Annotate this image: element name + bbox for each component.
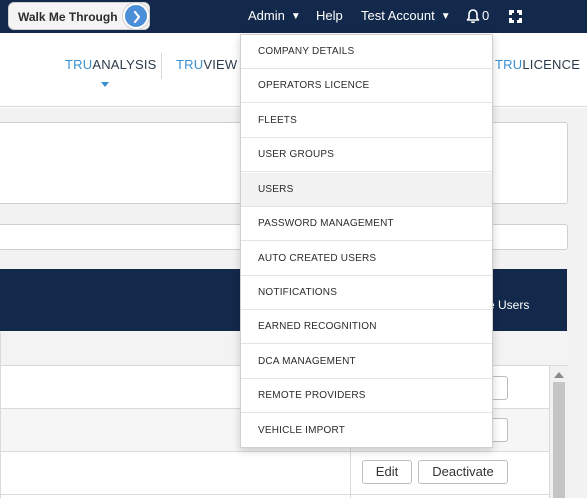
tab-divider: [161, 53, 162, 79]
menu-item-user-groups[interactable]: USER GROUPS: [241, 138, 492, 172]
tab-label: VIEW: [203, 57, 238, 72]
admin-dropdown-menu: COMPANY DETAILS OPERATORS LICENCE FLEETS…: [240, 34, 493, 448]
tab-truanalysis[interactable]: TRUANALYSIS: [65, 57, 157, 72]
menu-item-users[interactable]: USERS: [241, 173, 492, 207]
tab-trulicence[interactable]: TRULICENCE: [495, 57, 580, 72]
menu-item-operators-licence[interactable]: OPERATORS LICENCE: [241, 69, 492, 103]
row-action-button[interactable]: [491, 418, 508, 442]
menu-item-auto-created-users[interactable]: AUTO CREATED USERS: [241, 242, 492, 276]
caret-down-icon: ▼: [440, 11, 451, 22]
scroll-up-icon[interactable]: [554, 372, 564, 378]
deactivate-button[interactable]: Deactivate: [418, 460, 508, 484]
app-root: Walk Me Through Admin ▼ Help Test Account…: [0, 0, 587, 498]
bell-icon[interactable]: [466, 8, 480, 29]
notification-count: 0: [482, 8, 490, 23]
menu-item-password-management[interactable]: PASSWORD MANAGEMENT: [241, 207, 492, 241]
admin-menu-toggle[interactable]: Admin ▼: [248, 8, 301, 23]
tab-prefix: TRU: [176, 57, 204, 72]
edit-button[interactable]: Edit: [362, 460, 412, 484]
tab-label: LICENCE: [522, 57, 581, 72]
expand-icon[interactable]: [508, 9, 523, 29]
admin-label: Admin: [248, 8, 285, 23]
tab-label: ANALYSIS: [92, 57, 157, 72]
menu-item-remote-providers[interactable]: REMOTE PROVIDERS: [241, 379, 492, 413]
help-link[interactable]: Help: [316, 8, 343, 23]
table-scrollbar[interactable]: [549, 366, 568, 498]
menu-item-fleets[interactable]: FLEETS: [241, 104, 492, 138]
top-nav-bar: Walk Me Through Admin ▼ Help Test Account…: [0, 0, 587, 33]
account-label: Test Account: [361, 8, 435, 23]
active-tab-indicator-icon: [101, 82, 109, 87]
account-menu-toggle[interactable]: Test Account ▼: [361, 8, 451, 23]
menu-item-vehicle-import[interactable]: VEHICLE IMPORT: [241, 414, 492, 448]
scrollbar-thumb[interactable]: [553, 382, 565, 498]
caret-down-icon: ▼: [290, 11, 301, 22]
walk-me-through-button[interactable]: Walk Me Through: [8, 2, 150, 30]
menu-item-dca-management[interactable]: DCA MANAGEMENT: [241, 345, 492, 379]
menu-item-earned-recognition[interactable]: EARNED RECOGNITION: [241, 310, 492, 344]
chevron-right-icon: [123, 3, 149, 29]
tab-truview[interactable]: TRUVIEW: [176, 57, 237, 72]
menu-item-company-details[interactable]: COMPANY DETAILS: [241, 35, 492, 69]
row-action-button[interactable]: [491, 376, 508, 400]
tab-prefix: TRU: [495, 57, 523, 72]
tab-prefix: TRU: [65, 57, 93, 72]
menu-item-notifications[interactable]: NOTIFICATIONS: [241, 276, 492, 310]
walk-me-through-label: Walk Me Through: [18, 10, 118, 24]
